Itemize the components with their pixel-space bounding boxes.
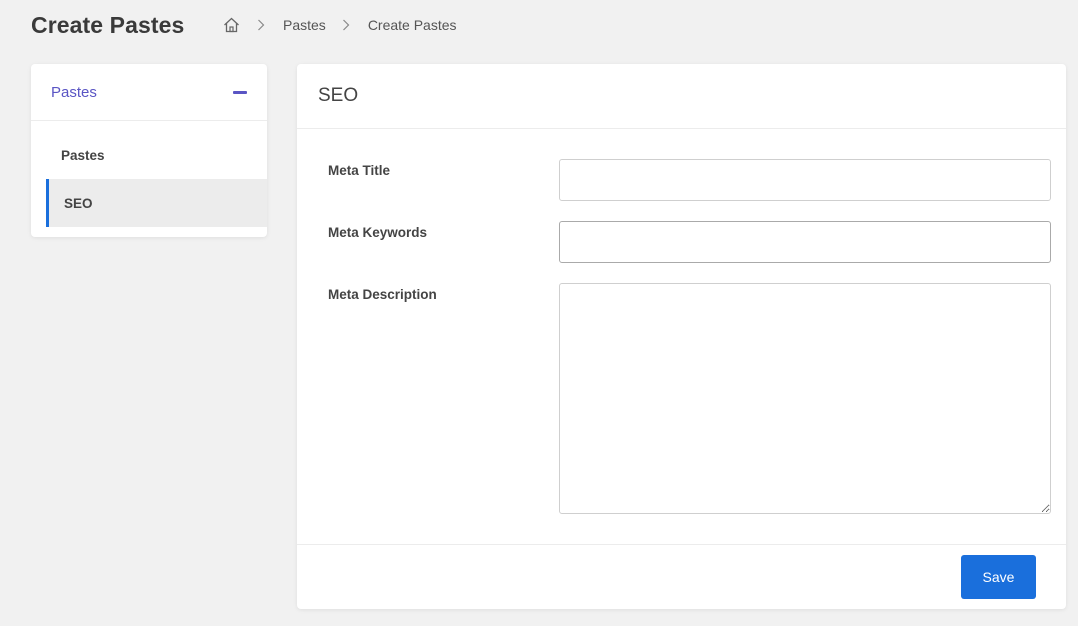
- chevron-right-icon: [342, 19, 354, 31]
- sidebar-item-pastes[interactable]: Pastes: [31, 131, 267, 179]
- sidebar-title: Pastes: [51, 83, 97, 101]
- sidebar-header[interactable]: Pastes: [31, 64, 267, 121]
- page-header: Create Pastes: [31, 8, 184, 42]
- home-icon[interactable]: [223, 16, 241, 34]
- meta-description-label: Meta Description: [328, 287, 437, 302]
- save-button[interactable]: Save: [961, 555, 1036, 599]
- seo-card: SEO Meta Title Meta Keywords Meta Descri…: [297, 64, 1066, 609]
- meta-title-input[interactable]: [559, 159, 1051, 201]
- sidebar-item-seo[interactable]: SEO: [46, 179, 267, 227]
- sidebar-card: Pastes Pastes SEO: [31, 64, 267, 237]
- chevron-right-icon: [257, 19, 269, 31]
- sidebar-list: Pastes SEO: [31, 121, 267, 227]
- meta-description-textarea[interactable]: [559, 283, 1051, 514]
- meta-keywords-label: Meta Keywords: [328, 225, 428, 240]
- breadcrumb: Pastes Create Pastes: [223, 14, 457, 36]
- card-footer: Save: [297, 544, 1066, 609]
- minus-icon[interactable]: [233, 90, 247, 94]
- breadcrumb-link-pastes[interactable]: Pastes: [283, 17, 326, 33]
- sidebar-item-label: SEO: [64, 195, 93, 211]
- meta-title-label: Meta Title: [328, 163, 391, 178]
- card-title: SEO: [297, 64, 1066, 129]
- page-title: Create Pastes: [31, 11, 185, 38]
- sidebar-item-label: Pastes: [61, 147, 105, 163]
- breadcrumb-current: Create Pastes: [367, 17, 457, 33]
- meta-keywords-input[interactable]: [559, 221, 1051, 263]
